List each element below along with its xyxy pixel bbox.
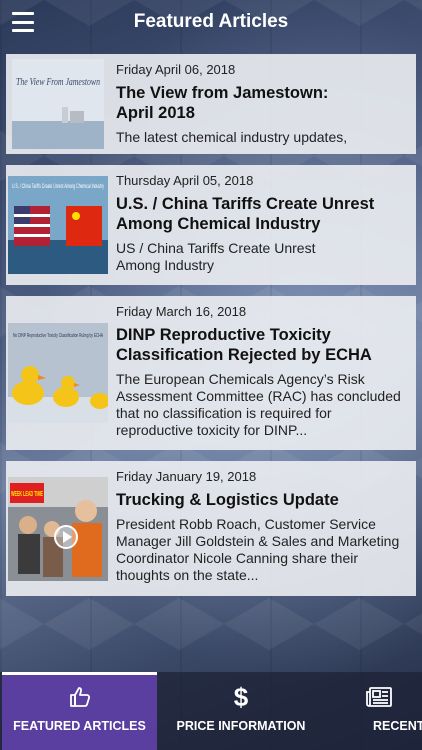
article-card[interactable]: U.S. / China Tariffs Create Unrest Among… [6,165,416,285]
thumb-caption: No DINP Reproductive Toxicity Classifica… [13,333,103,339]
article-card[interactable]: No DINP Reproductive Toxicity Classifica… [6,296,416,450]
article-title: DINP Reproductive Toxicity Classificatio… [116,326,372,364]
tab-label: PRICE INFORMATION [176,719,306,733]
thumb-caption: U.S. / China Tariffs Create Unrest Among… [12,184,104,190]
tab-label: FEATURED ARTICLES [13,719,146,733]
article-card[interactable]: WEEK LEAD TIME Friday January 19, 2018 T… [6,461,416,596]
article-summary: US / China Tariffs Create Unrest Among I… [116,240,316,273]
article-summary: President Robb Roach, Customer Service M… [116,516,400,583]
hamburger-menu-icon[interactable] [12,12,34,32]
thumbs-up-icon [68,684,92,710]
article-thumbnail: The View From Jamestown [6,54,110,154]
article-title: The View from Jamestown: April 2018 [116,84,329,122]
dollar-icon: $ [233,682,249,712]
article-date: Thursday April 05, 2018 [116,173,254,188]
tab-price-information[interactable]: $ PRICE INFORMATION [157,672,325,750]
page-title: Featured Articles [133,11,289,32]
tab-label: RECENT [373,719,422,733]
newspaper-icon [365,684,393,710]
tab-featured-articles[interactable]: FEATURED ARTICLES [2,672,157,750]
article-thumbnail: U.S. / China Tariffs Create Unrest Among… [6,165,110,285]
article-card[interactable]: The View From Jamestown Friday April 06,… [6,54,416,154]
article-date: Friday January 19, 2018 [116,469,257,484]
article-date: Friday April 06, 2018 [116,62,236,77]
article-date: Friday March 16, 2018 [116,304,247,319]
tab-bar: FEATURED ARTICLES $ PRICE INFORMATION RE… [0,672,422,750]
article-title: Trucking & Logistics Update [116,491,339,509]
thumb-caption: WEEK LEAD TIME [11,491,43,498]
header: Featured Articles [0,0,422,44]
tab-recent[interactable]: RECENT [325,672,422,750]
article-summary: The latest chemical industry updates, [116,129,348,145]
thumb-caption: The View From Jamestown [16,76,100,88]
article-summary: The European Chemicals Agency’s Risk Ass… [116,371,401,438]
article-thumbnail: WEEK LEAD TIME [6,461,110,596]
article-thumbnail: No DINP Reproductive Toxicity Classifica… [6,296,110,450]
article-title: U.S. / China Tariffs Create Unrest Among… [116,195,375,233]
